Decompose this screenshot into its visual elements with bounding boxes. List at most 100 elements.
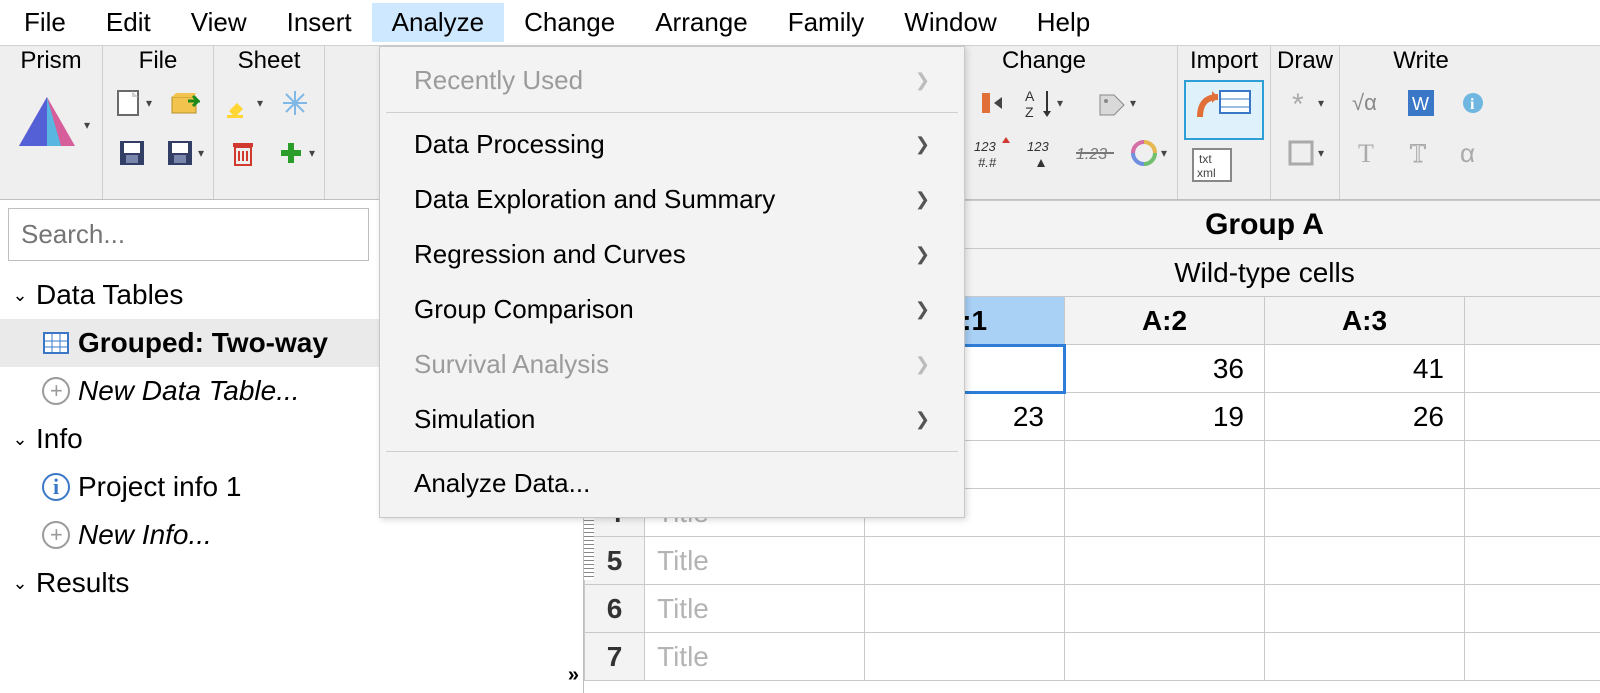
data-cell[interactable] (1465, 441, 1600, 489)
menu-item-recently-used: Recently Used❯ (380, 53, 964, 108)
data-cell[interactable] (1265, 441, 1465, 489)
menu-analyze[interactable]: Analyze (372, 3, 505, 42)
row-number[interactable]: 6 (585, 585, 645, 633)
menu-item-simulation[interactable]: Simulation❯ (380, 392, 964, 447)
data-cell[interactable] (1465, 537, 1600, 585)
equation-button[interactable]: √α (1346, 80, 1392, 126)
toolbar-group-label-change: Change (1002, 48, 1086, 74)
sidebar-expand-handle[interactable]: » (568, 664, 579, 687)
tag-button[interactable] (1093, 80, 1139, 126)
new-file-button[interactable] (109, 80, 155, 126)
column-header[interactable]: A:2 (1065, 297, 1265, 345)
save-as-icon (164, 137, 196, 169)
data-cell[interactable] (1265, 633, 1465, 681)
data-cell[interactable] (1065, 633, 1265, 681)
data-cell[interactable] (1465, 345, 1600, 393)
delete-button[interactable] (220, 130, 266, 176)
data-cell[interactable] (865, 537, 1065, 585)
row-title-cell[interactable]: Title (645, 537, 865, 585)
menu-window[interactable]: Window (884, 3, 1016, 42)
group-header[interactable]: Group A (865, 201, 1600, 249)
menu-item-label: Group Comparison (414, 294, 634, 325)
color-wheel-button[interactable] (1125, 130, 1171, 176)
data-cell[interactable]: 26 (1265, 393, 1465, 441)
new-sheet-button[interactable] (272, 130, 318, 176)
menu-view[interactable]: View (171, 3, 267, 42)
toolbar-group-sheet: Sheet (214, 46, 325, 199)
row-number[interactable]: 7 (585, 633, 645, 681)
chevron-right-icon: ❯ (915, 244, 930, 265)
col-right-icon (976, 87, 1008, 119)
freeze-button[interactable] (272, 80, 318, 126)
shape-button[interactable] (1282, 130, 1328, 176)
menu-file[interactable]: File (4, 3, 86, 42)
chevron-down-icon: ⌄ (10, 573, 30, 594)
tree-section-results[interactable]: ⌄Results (0, 559, 583, 607)
menu-item-regression-and-curves[interactable]: Regression and Curves❯ (380, 227, 964, 282)
menu-edit[interactable]: Edit (86, 3, 171, 42)
data-cell[interactable] (1465, 633, 1600, 681)
data-cell[interactable] (1065, 537, 1265, 585)
menu-arrange[interactable]: Arrange (635, 3, 768, 42)
data-cell[interactable] (1265, 489, 1465, 537)
menu-item-label: Data Exploration and Summary (414, 184, 775, 215)
data-cell[interactable]: 41 (1265, 345, 1465, 393)
data-cell[interactable] (1065, 441, 1265, 489)
open-file-button[interactable] (161, 80, 207, 126)
col-right-button[interactable] (969, 80, 1015, 126)
chevron-right-icon: ❯ (915, 299, 930, 320)
alpha-button[interactable]: α (1450, 130, 1496, 176)
menu-help[interactable]: Help (1017, 3, 1110, 42)
menu-family[interactable]: Family (768, 3, 885, 42)
save-as-button[interactable] (161, 130, 207, 176)
menu-item-group-comparison[interactable]: Group Comparison ❯ (380, 282, 964, 337)
chevron-right-icon: ❯ (915, 70, 930, 91)
word-button[interactable]: W (1398, 80, 1444, 126)
save-button[interactable] (109, 130, 155, 176)
svg-text:W: W (1412, 94, 1429, 114)
info-bubble-button[interactable]: i (1450, 80, 1496, 126)
data-cell[interactable] (865, 585, 1065, 633)
menu-change[interactable]: Change (504, 3, 635, 42)
data-cell[interactable] (865, 633, 1065, 681)
toolbar-group-label-import: Import (1190, 48, 1258, 74)
decimals-button[interactable]: 123#.# (969, 130, 1015, 176)
open-file-icon (168, 87, 200, 119)
data-cell[interactable] (1065, 489, 1265, 537)
data-cell[interactable] (1265, 585, 1465, 633)
import-data-button[interactable] (1184, 80, 1264, 140)
group-name-header[interactable]: Wild-type cells (865, 249, 1600, 297)
sort-button[interactable]: AZ (1021, 80, 1067, 126)
plus-icon (275, 137, 307, 169)
menu-item-analyze-data[interactable]: Analyze Data... (380, 456, 964, 511)
data-cell[interactable] (1465, 489, 1600, 537)
text-t1-button[interactable]: T (1346, 130, 1392, 176)
svg-text:*: * (1292, 88, 1304, 118)
prism-logo-button[interactable] (6, 80, 96, 170)
data-cell[interactable]: 19 (1065, 393, 1265, 441)
svg-text:123: 123 (974, 139, 996, 154)
menu-item-data-exploration-and-summary[interactable]: Data Exploration and Summary❯ (380, 172, 964, 227)
menu-insert[interactable]: Insert (267, 3, 372, 42)
data-cell[interactable] (1465, 585, 1600, 633)
highlight-button[interactable] (220, 80, 266, 126)
row-title-cell[interactable]: Title (645, 633, 865, 681)
data-cell[interactable]: 36 (1065, 345, 1265, 393)
menu-item-data-processing[interactable]: Data Processing❯ (380, 117, 964, 172)
data-cell[interactable] (1465, 393, 1600, 441)
toolbar-group-label-sheet: Sheet (238, 48, 301, 74)
text-t2-button[interactable]: T (1398, 130, 1444, 176)
import-txt-xml-button[interactable]: txtxml (1184, 144, 1240, 186)
strike-decimals-button[interactable]: 1.23 (1073, 130, 1119, 176)
search-input[interactable] (8, 208, 369, 261)
toolbar-group-label-write: Write (1393, 48, 1449, 74)
asterisk-button[interactable]: * (1282, 80, 1328, 126)
tree-item[interactable]: +New Info... (0, 511, 583, 559)
decimals-down-button[interactable]: 123 (1021, 130, 1067, 176)
menu-item-survival-analysis: Survival Analysis❯ (380, 337, 964, 392)
column-header[interactable]: A:3 (1265, 297, 1465, 345)
data-cell[interactable] (1265, 537, 1465, 585)
menu-item-label: Simulation (414, 404, 535, 435)
row-title-cell[interactable]: Title (645, 585, 865, 633)
data-cell[interactable] (1065, 585, 1265, 633)
